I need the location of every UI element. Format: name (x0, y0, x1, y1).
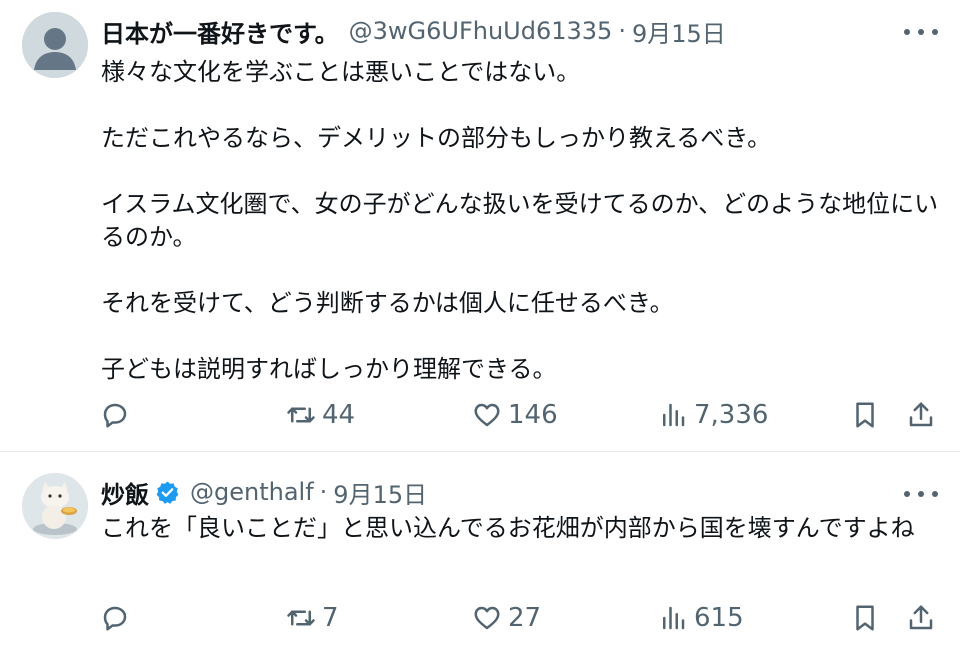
share-button[interactable] (906, 603, 936, 633)
tweet-date[interactable]: 9月15日 (632, 14, 726, 49)
tweet-text: 様々な文化を学ぶことは悪いことではない。 ただこれやるなら、デメリットの部分もし… (101, 56, 940, 386)
views-chart-icon (663, 403, 685, 427)
separator-dot: · (319, 478, 328, 506)
tweet-paragraph: 様々な文化を学ぶことは悪いことではない。 (101, 58, 581, 86)
default-avatar-icon[interactable] (22, 12, 88, 78)
repost-icon (287, 407, 315, 423)
reply-icon (103, 606, 127, 631)
heart-icon (474, 606, 500, 630)
repost-button[interactable]: 44 (286, 400, 355, 430)
repost-button[interactable]: 7 (286, 603, 339, 633)
more-options-icon[interactable] (904, 20, 938, 44)
like-count: 146 (508, 400, 558, 430)
share-button[interactable] (906, 400, 936, 430)
display-name[interactable]: 日本が一番好きです。 (101, 14, 339, 49)
tweet-text: これを「良いことだ」と思い込んでるお花畑が内部から国を壊すんですよね (101, 512, 940, 545)
display-name[interactable]: 炒飯 (101, 475, 149, 510)
tweet-paragraph: ただこれやるなら、デメリットの部分もしっかり教えるべき。 (101, 124, 772, 152)
like-count: 27 (508, 603, 542, 633)
tweet-paragraph: イスラム文化圏で、女の子がどんな扱いを受けてるのか、どのような地位にいるのか。 (101, 190, 939, 251)
separator-dot: · (618, 17, 626, 45)
repost-icon (287, 610, 315, 626)
views-button[interactable]: 7,336 (658, 400, 768, 430)
tweet-paragraph: これを「良いことだ」と思い込んでるお花畑が内部から国を壊すんですよね (101, 514, 915, 542)
repost-count: 44 (322, 400, 356, 430)
tweet[interactable]: 日本が一番好きです。 @3wG6UFhuUd61335 · 9月15日 様々な文… (0, 0, 960, 452)
share-icon (909, 605, 933, 630)
bookmark-icon (856, 402, 874, 428)
like-button[interactable]: 146 (472, 400, 558, 430)
bookmark-button[interactable] (850, 400, 880, 430)
tweet-header: 日本が一番好きです。 @3wG6UFhuUd61335 · 9月15日 (101, 14, 900, 48)
view-count: 7,336 (694, 400, 769, 430)
share-icon (909, 402, 933, 427)
tweet-date[interactable]: 9月15日 (333, 475, 427, 510)
more-options-icon[interactable] (904, 482, 938, 506)
bookmark-button[interactable] (850, 603, 880, 633)
view-count: 615 (694, 603, 744, 633)
like-button[interactable]: 27 (472, 603, 541, 633)
cat-figure-avatar-icon[interactable] (22, 473, 88, 539)
verified-badge-icon[interactable] (155, 480, 180, 505)
tweet-header: 炒飯 @genthalf · 9月15日 (101, 475, 900, 509)
reply-icon (103, 403, 127, 428)
user-handle[interactable]: @3wG6UFhuUd61335 (349, 17, 613, 45)
tweet-paragraph: 子どもは説明すればしっかり理解できる。 (101, 355, 557, 383)
action-bar: 7 27 615 (100, 598, 936, 638)
tweet-paragraph: それを受けて、どう判断するかは個人に任せるべき。 (101, 289, 674, 317)
heart-icon (474, 403, 500, 427)
bookmark-icon (856, 605, 874, 631)
action-bar: 44 146 7,336 (100, 395, 936, 435)
repost-count: 7 (322, 603, 339, 633)
tweet[interactable]: 炒飯 @genthalf · 9月15日 これを「良いことだ」と思い込んでるお花… (0, 452, 960, 652)
views-chart-icon (663, 606, 685, 630)
reply-button[interactable] (100, 603, 136, 633)
reply-button[interactable] (100, 400, 136, 430)
views-button[interactable]: 615 (658, 603, 744, 633)
user-handle[interactable]: @genthalf (190, 478, 314, 506)
